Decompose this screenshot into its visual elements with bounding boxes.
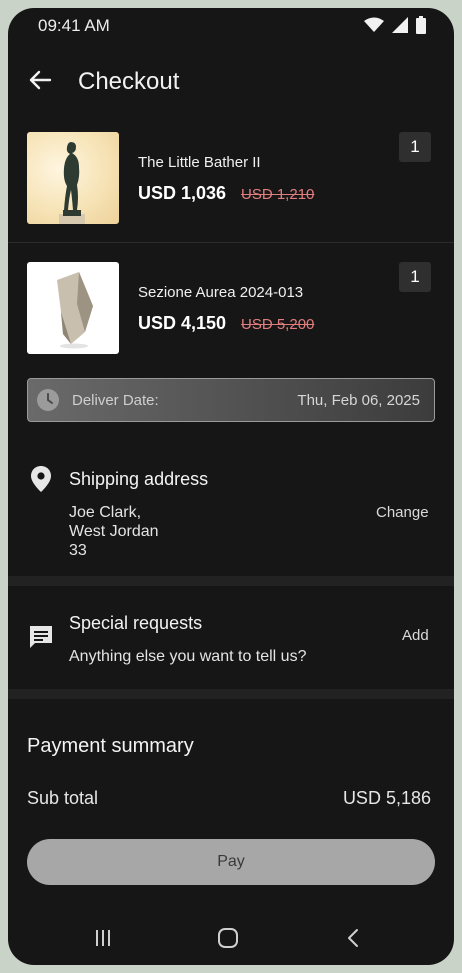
product-old-price: USD 5,200 <box>241 316 315 333</box>
product-old-price: USD 1,210 <box>241 186 315 203</box>
pay-button[interactable]: Pay <box>27 839 435 885</box>
subtotal-value: USD 5,186 <box>342 788 431 808</box>
clock-icon <box>37 389 59 411</box>
quantity-badge[interactable]: 1 <box>399 132 431 162</box>
system-nav-bar <box>8 918 454 958</box>
item-divider <box>8 242 454 243</box>
change-address-button[interactable]: Change <box>376 504 429 521</box>
subtotal-label: Sub total <box>27 788 99 808</box>
status-icons <box>364 16 426 34</box>
section-divider <box>8 689 454 699</box>
add-request-button[interactable]: Add <box>402 627 429 644</box>
product-price: USD 4,150 <box>138 313 227 333</box>
deliver-date-field[interactable]: Deliver Date: Thu, Feb 06, 2025 <box>27 378 435 422</box>
special-requests-title: Special requests <box>69 613 203 633</box>
product-name: Sezione Aurea 2024-013 <box>138 284 304 301</box>
product-price: USD 1,036 <box>138 183 227 203</box>
product-image-sezione <box>27 262 119 354</box>
quantity-badge[interactable]: 1 <box>399 262 431 292</box>
status-time: 09:41 AM <box>38 16 110 35</box>
battery-icon <box>416 16 426 34</box>
product-name: The Little Bather II <box>138 154 261 171</box>
cart-item[interactable]: The Little Bather II USD 1,036 USD 1,210… <box>8 132 454 242</box>
status-bar: 09:41 AM <box>8 8 454 42</box>
back-nav-icon[interactable] <box>338 926 368 950</box>
chat-icon <box>30 626 52 648</box>
page-title: Checkout <box>78 68 180 95</box>
deliver-date-value: Thu, Feb 06, 2025 <box>297 392 420 409</box>
shipping-name: Joe Clark, <box>69 504 142 521</box>
signal-icon <box>392 17 408 33</box>
app-header: Checkout <box>8 54 454 110</box>
shipping-title: Shipping address <box>69 469 209 489</box>
product-image-bather <box>27 132 119 224</box>
back-arrow-icon[interactable] <box>26 66 54 94</box>
special-requests-placeholder[interactable]: Anything else you want to tell us? <box>69 648 306 666</box>
shipping-city: West Jordan <box>69 523 159 540</box>
payment-summary-title: Payment summary <box>27 735 194 757</box>
wifi-icon <box>364 17 384 32</box>
home-icon[interactable] <box>213 926 243 950</box>
recent-apps-icon[interactable] <box>88 926 118 950</box>
section-divider <box>8 576 454 586</box>
phone-screen: 09:41 AM Checkout The Little Bather II U… <box>8 8 454 965</box>
shipping-number: 33 <box>69 542 87 559</box>
location-pin-icon <box>31 466 51 492</box>
cart-item[interactable]: Sezione Aurea 2024-013 USD 4,150 USD 5,2… <box>8 262 454 372</box>
deliver-date-label: Deliver Date: <box>72 392 159 409</box>
